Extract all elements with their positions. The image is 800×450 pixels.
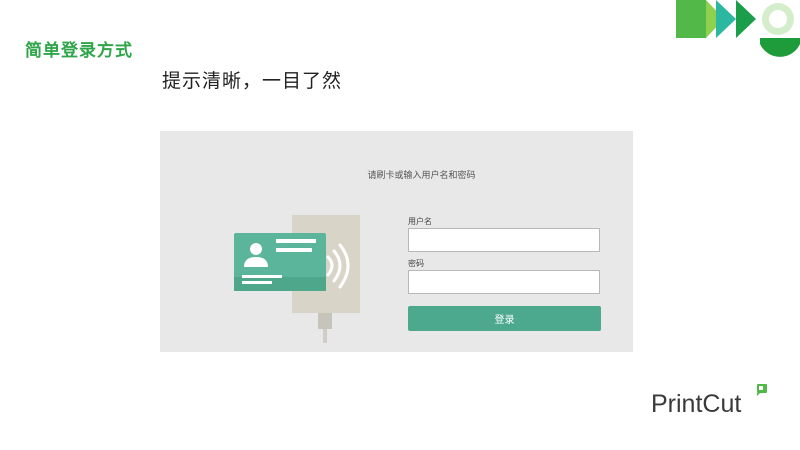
half-circle-shape — [760, 44, 800, 57]
slide-subtitle: 提示清晰，一目了然 — [162, 70, 343, 92]
slide-title: 简单登录方式 — [25, 41, 133, 61]
green-block-shape — [676, 0, 706, 38]
dark-arrow-shape — [736, 0, 756, 38]
username-label: 用户名 — [408, 217, 432, 226]
card-line — [242, 275, 282, 278]
password-label: 密码 — [408, 259, 424, 268]
card-line — [276, 239, 316, 243]
login-panel: 请刷卡或输入用户名和密码 用户名 密码 登录 — [160, 131, 633, 352]
card-reader-stand — [318, 313, 332, 329]
username-input[interactable] — [408, 228, 600, 252]
teal-arrow-shape — [716, 0, 736, 38]
card-reader-cable — [323, 329, 327, 343]
decorative-logo-shapes — [676, 0, 800, 57]
password-input[interactable] — [408, 270, 600, 294]
card-line — [242, 281, 272, 284]
brand-logo-text: PrintCut — [651, 390, 742, 418]
card-reader-illustration — [234, 215, 360, 343]
id-card-icon — [234, 233, 326, 291]
brand-leaf-icon — [757, 384, 767, 396]
card-line — [276, 248, 312, 252]
login-prompt: 请刷卡或输入用户名和密码 — [367, 171, 476, 181]
login-button[interactable]: 登录 — [408, 306, 601, 331]
half-circle-base-shape — [760, 38, 800, 44]
ring-inner-shape — [769, 10, 787, 28]
